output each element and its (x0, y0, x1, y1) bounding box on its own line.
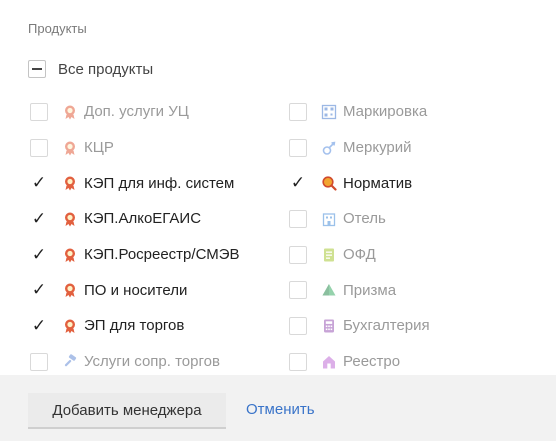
qr-code-icon (321, 104, 337, 120)
product-label: Меркурий (343, 139, 412, 157)
checkbox[interactable] (30, 352, 48, 371)
product-label: Призма (343, 281, 397, 299)
left-product-item[interactable]: ✓ ЭП для торгов (30, 308, 240, 344)
product-label: ЭП для торгов (84, 317, 185, 335)
product-label: КЭП.Росреестр/СМЭВ (84, 246, 240, 264)
right-product-list: Маркировка Меркурий ✓ Норматив Отель ОФД Призм… (289, 94, 430, 380)
mercury-icon (321, 140, 337, 156)
calculator-icon (321, 318, 337, 334)
product-label: КЭП.АлкоЕГАИС (84, 210, 202, 228)
right-product-item[interactable]: ✓ Норматив (289, 165, 430, 201)
award-icon (62, 140, 78, 156)
left-product-item[interactable]: Доп. услуги УЦ (30, 94, 240, 130)
checkbox-checked[interactable]: ✓ (289, 174, 307, 192)
all-products-checkbox[interactable] (28, 60, 46, 78)
checkmark-icon: ✓ (31, 244, 47, 264)
left-product-item[interactable]: ✓ КЭП.Росреестр/СМЭВ (30, 237, 240, 273)
left-product-item[interactable]: КЦР (30, 130, 240, 166)
product-label: КЦР (84, 139, 114, 157)
checkbox[interactable] (289, 316, 307, 335)
checkbox[interactable] (289, 102, 307, 121)
right-product-item[interactable]: Маркировка (289, 94, 430, 130)
product-label: ОФД (343, 246, 376, 264)
checkmark-icon: ✓ (290, 173, 306, 193)
left-product-list: Доп. услуги УЦ КЦР ✓ КЭП для инф. систем ✓ КЭ… (30, 94, 240, 380)
product-label: КЭП для инф. систем (84, 174, 235, 192)
hotel-icon (321, 211, 337, 227)
house-icon (321, 354, 337, 370)
product-label: Маркировка (343, 103, 428, 121)
checkbox-checked[interactable]: ✓ (30, 208, 48, 228)
product-label: Норматив (343, 174, 413, 192)
all-products-label: Все продукты (58, 60, 154, 78)
left-product-item[interactable]: ✓ КЭП.АлкоЕГАИС (30, 201, 240, 237)
prism-icon (321, 282, 337, 298)
product-label: Реестро (343, 353, 401, 371)
right-product-item[interactable]: Бухгалтерия (289, 308, 430, 344)
receipt-icon (321, 247, 337, 263)
checkbox-checked[interactable]: ✓ (30, 244, 48, 264)
award-icon (62, 175, 78, 191)
product-label: Услуги сопр. торгов (84, 353, 220, 371)
product-label: Отель (343, 210, 386, 228)
all-products-row[interactable]: Все продукты (28, 58, 153, 80)
award-icon (62, 211, 78, 227)
checkmark-icon: ✓ (31, 173, 47, 193)
product-label: ПО и носители (84, 281, 188, 299)
right-product-item[interactable]: Призма (289, 272, 430, 308)
gavel-icon (62, 353, 78, 370)
checkbox[interactable] (289, 281, 307, 300)
right-product-item[interactable]: Отель (289, 201, 430, 237)
section-title: Продукты (28, 21, 87, 36)
left-product-item[interactable]: ✓ КЭП для инф. систем (30, 165, 240, 201)
checkbox[interactable] (289, 245, 307, 264)
award-icon (62, 318, 78, 334)
checkmark-icon: ✓ (31, 208, 47, 228)
right-product-item[interactable]: Меркурий (289, 130, 430, 166)
product-label: Доп. услуги УЦ (84, 103, 189, 121)
checkmark-icon: ✓ (31, 315, 47, 335)
right-product-item[interactable]: ОФД (289, 237, 430, 273)
checkbox-checked[interactable]: ✓ (30, 174, 48, 192)
checkbox[interactable] (289, 138, 307, 157)
cancel-link[interactable]: Отменить (246, 401, 315, 418)
product-label: Бухгалтерия (343, 317, 430, 335)
checkbox[interactable] (30, 102, 48, 121)
award-icon (62, 247, 78, 263)
magnifier-icon (321, 175, 337, 191)
checkbox-checked[interactable]: ✓ (30, 281, 48, 299)
checkbox[interactable] (30, 138, 48, 157)
checkbox[interactable] (289, 352, 307, 371)
checkbox[interactable] (289, 209, 307, 228)
checkmark-icon: ✓ (31, 280, 47, 300)
checkbox-checked[interactable]: ✓ (30, 315, 48, 335)
add-manager-button[interactable]: Добавить менеджера (28, 393, 226, 429)
award-icon (62, 282, 78, 298)
award-icon (62, 104, 78, 120)
left-product-item[interactable]: ✓ ПО и носители (30, 272, 240, 308)
